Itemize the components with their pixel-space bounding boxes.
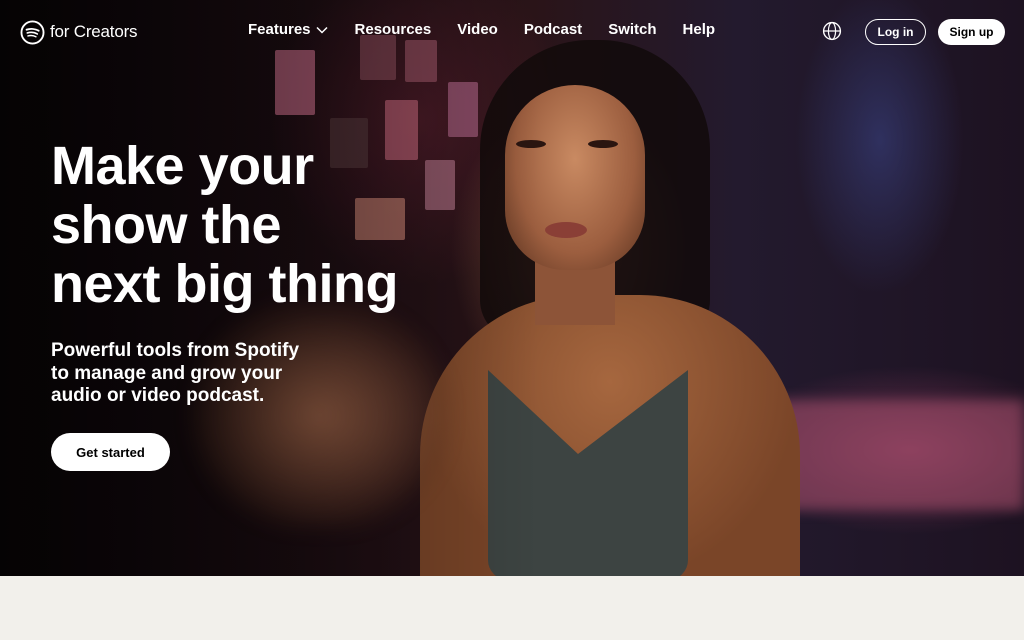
nav-item-label: Features [248,21,311,38]
nav-item-help[interactable]: Help [683,21,716,38]
hero-headline: Make your show the next big thing [51,137,471,314]
headline-line: Make your [51,136,314,196]
nav-item-label: Podcast [523,21,583,38]
hero-subtext: Powerful tools from Spotify to manage an… [51,340,341,408]
nav-item-podcast[interactable]: Podcast [524,21,582,38]
login-button[interactable]: Log in [865,19,926,45]
subtext-line: Powerful tools from Spotify [51,340,300,361]
signup-button[interactable]: Sign up [938,19,1005,45]
nav-item-label: Video [457,21,498,38]
nav-item-label: Resources [354,21,432,38]
nav-item-features[interactable]: Features [248,21,329,38]
nav-item-video[interactable]: Video [457,21,498,38]
headline-line: next big thing [51,254,398,314]
brand-logo-text: for Creators [50,22,138,41]
nav-item-resources[interactable]: Resources [355,21,432,38]
nav-item-label: Switch [608,21,657,38]
subtext-line: to manage and grow your [51,362,283,384]
nav-item-label: Help [682,21,716,38]
main-menu: Features Resources Video Podcast Switch … [248,21,715,38]
lower-section [0,576,1024,640]
chevron-down-icon [316,26,328,34]
headline-line: show the [51,195,282,255]
top-navigation: for Creators Features Resources Video Po… [0,0,1024,64]
nav-item-switch[interactable]: Switch [608,21,656,38]
globe-icon[interactable] [822,21,842,41]
brand-logo-link[interactable]: for Creators [20,19,138,45]
spotify-logo-icon [20,20,45,44]
subtext-line: audio or video podcast. [51,385,265,406]
get-started-button[interactable]: Get started [51,433,170,471]
